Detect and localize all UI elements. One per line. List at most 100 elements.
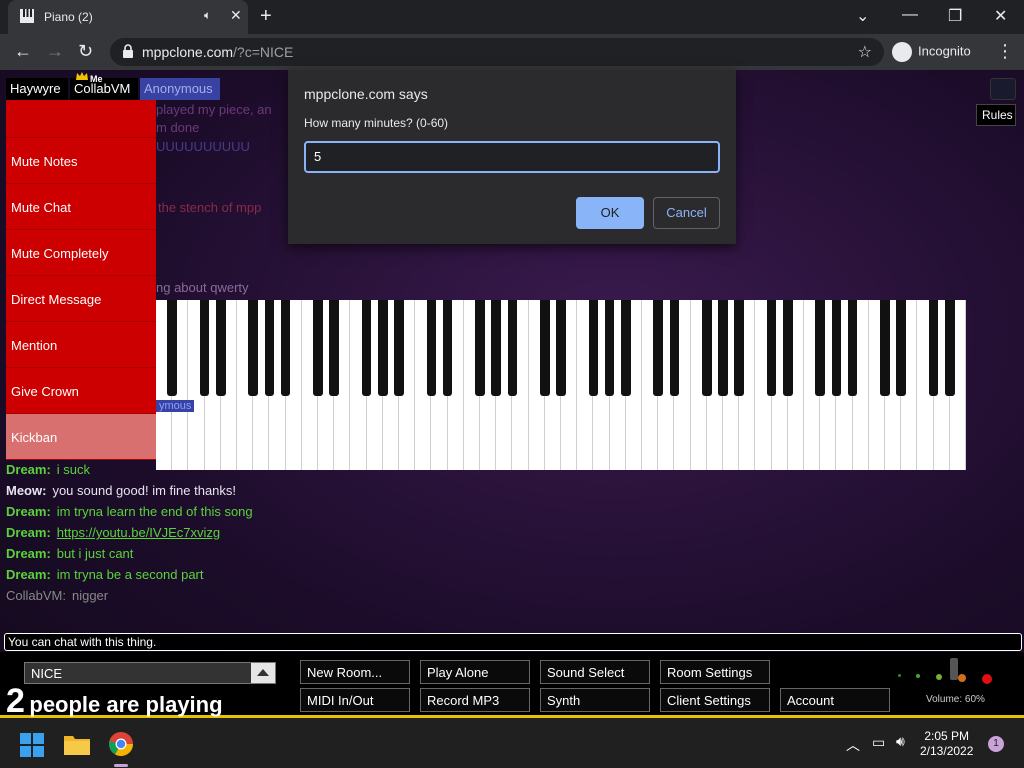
- black-key[interactable]: [604, 300, 615, 396]
- cancel-button[interactable]: Cancel: [653, 197, 720, 229]
- black-key[interactable]: [167, 300, 178, 396]
- black-key[interactable]: [701, 300, 712, 396]
- browser-menu-icon[interactable]: ⋮: [996, 41, 1014, 62]
- participant-anonymous[interactable]: Anonymous: [140, 78, 220, 100]
- minutes-input[interactable]: 5: [304, 141, 720, 173]
- black-key[interactable]: [329, 300, 340, 396]
- black-key[interactable]: [782, 300, 793, 396]
- black-key[interactable]: [539, 300, 550, 396]
- mention-item[interactable]: Mention: [6, 322, 156, 368]
- ok-button[interactable]: OK: [576, 197, 644, 229]
- kickban-item[interactable]: Kickban: [6, 414, 156, 460]
- browser-tab[interactable]: Piano (2) 🔈︎ ✕: [8, 0, 248, 34]
- black-key[interactable]: [426, 300, 437, 396]
- player-count-label: people are playing: [29, 692, 223, 717]
- new-tab-button[interactable]: +: [260, 5, 272, 28]
- rules-button[interactable]: Rules: [976, 104, 1016, 126]
- forward-icon[interactable]: →: [46, 41, 64, 62]
- chrome-icon[interactable]: [108, 731, 134, 757]
- mute-chat-item[interactable]: Mute Chat: [6, 184, 156, 230]
- black-key[interactable]: [653, 300, 664, 396]
- midi-in-out-button[interactable]: MIDI In/Out: [300, 688, 410, 712]
- black-key[interactable]: [199, 300, 210, 396]
- black-key[interactable]: [831, 300, 842, 396]
- notification-badge[interactable]: 1: [988, 736, 1004, 752]
- speaker-icon[interactable]: 🔈︎: [204, 8, 211, 23]
- chat-text: you sound good! im fine thanks!: [52, 483, 237, 498]
- system-clock[interactable]: 2:05 PM 2/13/2022: [920, 729, 973, 759]
- chat-input[interactable]: You can chat with this thing.: [4, 633, 1022, 651]
- black-key[interactable]: [896, 300, 907, 396]
- chat-message: Dream: i suck: [6, 462, 606, 483]
- chat-message: Meow: you sound good! im fine thanks!: [6, 483, 606, 504]
- browser-toolbar: ← → ↻ mppclone.com/?c=NICE ☆ Incognito ⋮: [0, 34, 1024, 70]
- minimize-icon[interactable]: —: [902, 6, 918, 24]
- black-key[interactable]: [556, 300, 566, 396]
- me-badge: Me: [90, 74, 103, 84]
- volume-slider[interactable]: Volume: 60%: [896, 658, 1006, 706]
- participant-collabvm[interactable]: CollabVM: [70, 78, 138, 100]
- chevron-down-icon[interactable]: ⌄: [856, 6, 869, 26]
- black-key[interactable]: [928, 300, 939, 396]
- sound-select-button[interactable]: Sound Select: [540, 660, 650, 684]
- black-key[interactable]: [847, 300, 858, 396]
- chevron-up-icon[interactable]: ︿: [846, 735, 860, 755]
- black-key[interactable]: [264, 300, 275, 396]
- mute-notes-item[interactable]: Mute Notes: [6, 138, 156, 184]
- file-explorer-icon[interactable]: [64, 733, 90, 755]
- black-key[interactable]: [475, 300, 485, 396]
- black-key[interactable]: [248, 300, 259, 396]
- address-bar[interactable]: mppclone.com/?c=NICE ☆: [110, 38, 884, 66]
- new-room-button[interactable]: New Room...: [300, 660, 410, 684]
- network-icon[interactable]: ▭: [872, 734, 885, 751]
- incognito-indicator[interactable]: Incognito: [892, 42, 971, 62]
- record-mp3-button[interactable]: Record MP3: [420, 688, 530, 712]
- restore-icon[interactable]: ❐: [948, 6, 962, 26]
- url-text: mppclone.com/?c=NICE: [142, 44, 293, 60]
- black-key[interactable]: [669, 300, 680, 396]
- client-settings-button[interactable]: Client Settings: [660, 688, 770, 712]
- black-key[interactable]: [313, 300, 323, 396]
- black-key[interactable]: [442, 300, 453, 396]
- chat-author: CollabVM:: [6, 588, 66, 603]
- black-key[interactable]: [880, 300, 890, 396]
- give-crown-item[interactable]: Give Crown: [6, 368, 156, 414]
- black-key[interactable]: [361, 300, 372, 396]
- participant-haywyre[interactable]: Haywyre: [6, 78, 68, 100]
- account-button[interactable]: Account: [780, 688, 890, 712]
- chat-link[interactable]: https://youtu.be/IVJEc7xvizg: [57, 525, 220, 540]
- black-key[interactable]: [718, 300, 728, 396]
- black-key[interactable]: [215, 300, 226, 396]
- mute-completely-item[interactable]: Mute Completely: [6, 230, 156, 276]
- black-key[interactable]: [491, 300, 502, 396]
- volume-icon[interactable]: 🔊︎: [896, 733, 905, 750]
- volume-dot: [936, 674, 942, 680]
- synth-button[interactable]: Synth: [540, 688, 650, 712]
- back-icon[interactable]: ←: [14, 41, 32, 62]
- black-key[interactable]: [620, 300, 631, 396]
- black-key[interactable]: [944, 300, 955, 396]
- black-key[interactable]: [734, 300, 745, 396]
- direct-message-item[interactable]: Direct Message: [6, 276, 156, 322]
- play-alone-button[interactable]: Play Alone: [420, 660, 530, 684]
- black-key[interactable]: [280, 300, 291, 396]
- close-window-icon[interactable]: ✕: [994, 6, 1007, 26]
- midi-icon[interactable]: [990, 78, 1016, 100]
- black-key[interactable]: [377, 300, 388, 396]
- bookmark-star-icon[interactable]: ☆: [858, 42, 872, 62]
- piano-keyboard[interactable]: [156, 300, 966, 470]
- black-key[interactable]: [394, 300, 404, 396]
- close-tab-icon[interactable]: ✕: [230, 7, 242, 24]
- windows-start-icon[interactable]: [20, 733, 44, 757]
- room-selector[interactable]: NICE: [24, 662, 276, 684]
- black-key[interactable]: [588, 300, 599, 396]
- room-dropdown-arrow-icon[interactable]: [251, 663, 275, 683]
- reload-icon[interactable]: ↻: [78, 41, 93, 62]
- volume-knob[interactable]: [950, 658, 958, 680]
- room-settings-button[interactable]: Room Settings: [660, 660, 770, 684]
- black-key[interactable]: [766, 300, 777, 396]
- black-key[interactable]: [815, 300, 826, 396]
- volume-dot: [916, 674, 920, 678]
- chat-message: Dream: https://youtu.be/IVJEc7xvizg: [6, 525, 606, 546]
- black-key[interactable]: [507, 300, 518, 396]
